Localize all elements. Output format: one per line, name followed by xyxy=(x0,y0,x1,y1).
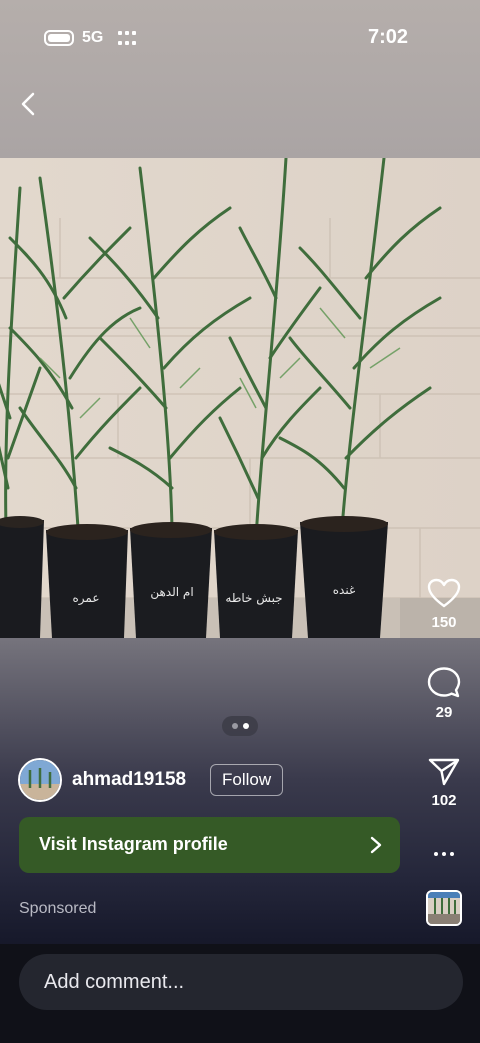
username[interactable]: ahmad19158 xyxy=(72,769,186,791)
avatar-image xyxy=(20,760,60,800)
battery-icon xyxy=(44,30,74,46)
carousel-pager xyxy=(222,716,258,736)
author-row: ahmad19158 Follow xyxy=(18,758,318,804)
thumbnail-image xyxy=(428,892,460,924)
follow-button[interactable]: Follow xyxy=(210,764,284,796)
comment-button[interactable]: 29 xyxy=(422,666,466,721)
visit-profile-label: Visit Instagram profile xyxy=(39,834,228,854)
pager-dot xyxy=(231,723,238,729)
status-time: 7:02 xyxy=(368,26,409,48)
comment-bubble-icon xyxy=(427,667,461,698)
visit-profile-button[interactable]: Visit Instagram profile xyxy=(19,817,400,873)
share-count: 102 xyxy=(431,792,457,809)
status-bar: 5G 7:02 xyxy=(0,0,480,80)
share-button[interactable]: 102 xyxy=(422,756,466,809)
chevron-left-icon xyxy=(21,92,35,116)
audio-thumbnail[interactable] xyxy=(426,890,462,926)
pot-label: جبش خاطه xyxy=(225,591,282,606)
comment-input[interactable]: Add comment... xyxy=(19,954,463,1010)
chevron-right-icon xyxy=(370,836,382,854)
more-dots-icon xyxy=(434,852,454,856)
sponsored-label: Sponsored xyxy=(19,900,97,917)
pot-label: ام الدهن xyxy=(150,585,193,600)
post-image[interactable]: عمره ام الدهن جبش خاطه غنده xyxy=(0,158,480,638)
pot-label: غنده xyxy=(333,583,355,597)
signal-icon xyxy=(118,31,136,47)
date-palm-photo: عمره ام الدهن جبش خاطه غنده xyxy=(0,158,480,638)
comment-placeholder: Add comment... xyxy=(44,971,185,993)
like-button[interactable]: 150 xyxy=(422,578,466,631)
more-options-button[interactable] xyxy=(428,840,460,864)
comment-count: 29 xyxy=(435,704,453,721)
avatar[interactable] xyxy=(18,758,62,802)
pot-label: عمره xyxy=(72,591,99,606)
heart-icon xyxy=(427,578,461,608)
back-button[interactable] xyxy=(14,86,44,122)
pager-dot-active xyxy=(242,723,249,729)
network-label: 5G xyxy=(82,29,104,46)
like-count: 150 xyxy=(431,614,457,631)
paper-plane-icon xyxy=(428,758,460,786)
